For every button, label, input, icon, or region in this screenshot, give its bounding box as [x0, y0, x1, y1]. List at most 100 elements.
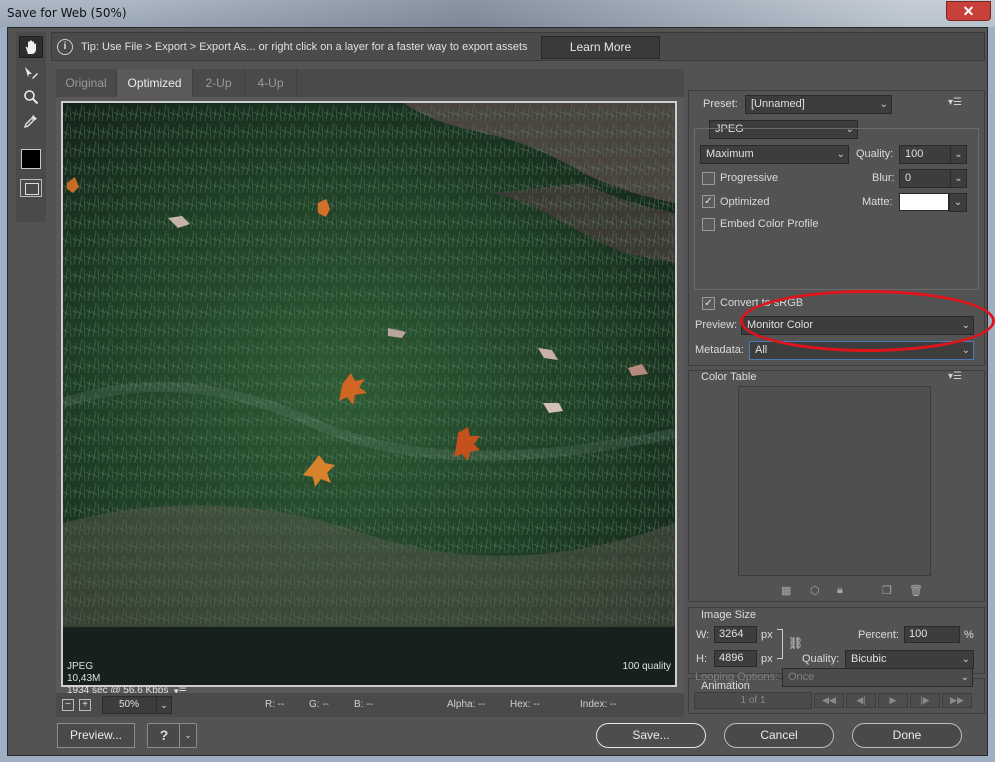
convert-srgb-checkbox[interactable]: ✓ [702, 297, 715, 310]
color-table-menu-icon[interactable]: ▾☰ [948, 371, 962, 382]
chevron-down-icon: ⌄ [879, 99, 888, 110]
eyedropper-color-swatch[interactable] [21, 149, 41, 169]
metadata-label: Metadata: [695, 344, 744, 356]
next-frame-icon[interactable]: |▶ [910, 693, 940, 708]
preview-canvas: JPEG 10,43M 1934 sec @ 56.6 Kbps 100 qua… [56, 97, 684, 713]
zoom-level-select[interactable]: 50% ⌄ [102, 696, 172, 714]
cancel-button[interactable]: Cancel [724, 723, 834, 748]
preset-menu-icon[interactable]: ▾☰ [948, 97, 962, 108]
preview-button[interactable]: Preview... [57, 723, 135, 748]
looping-options-label: Looping Options: [695, 671, 779, 683]
play-icon[interactable]: ▶ [878, 693, 908, 708]
embed-color-profile-label: Embed Color Profile [720, 218, 819, 230]
web-snap-icon[interactable]: ⬡ [810, 584, 820, 597]
tip-text: Tip: Use File > Export > Export As... or… [81, 41, 528, 53]
learn-more-button[interactable]: Learn More [541, 36, 660, 59]
last-frame-icon[interactable]: ▶▶ [942, 693, 972, 708]
chevron-down-icon: ⌄ [950, 146, 966, 163]
height-label: H: [696, 653, 707, 665]
quality-input[interactable]: 100 ⌄ [899, 145, 967, 164]
looping-options-select[interactable]: Once ⌄ [782, 668, 973, 687]
optimized-checkbox[interactable]: ✓ [702, 195, 715, 208]
resample-quality-value: Bicubic [851, 653, 887, 665]
metadata-value: All [755, 344, 768, 356]
blur-value: 0 [905, 172, 912, 184]
red-readout: R: -- [265, 699, 285, 710]
height-input[interactable]: 4896 [714, 650, 757, 667]
new-color-icon[interactable]: ❐ [882, 584, 892, 597]
preset-select[interactable]: [Unnamed] ⌄ [745, 95, 892, 114]
width-input[interactable]: 3264 [714, 626, 757, 643]
convert-srgb-label: Convert to sRGB [720, 297, 804, 309]
zoom-out-icon[interactable]: − [62, 699, 74, 711]
compression-quality-select[interactable]: Maximum ⌄ [700, 145, 849, 164]
percent-label: Percent: [858, 629, 899, 641]
eyedropper-tool-icon[interactable] [19, 110, 43, 132]
preset-value: [Unnamed] [751, 98, 805, 110]
lock-color-icon[interactable]: 🔒︎ [837, 584, 843, 597]
color-table-grid [738, 386, 931, 576]
preview-color-select[interactable]: Monitor Color ⌄ [741, 316, 974, 335]
blue-readout: B: -- [354, 699, 373, 710]
height-unit: px [761, 653, 773, 665]
index-readout: Index: -- [580, 699, 617, 710]
image-quality-readout: 100 quality [622, 661, 671, 672]
status-bar: − + 50% ⌄ R: -- G: -- B: -- Alpha: -- He… [56, 693, 684, 717]
progressive-label: Progressive [720, 172, 779, 184]
titlebar-background [120, 0, 995, 27]
alpha-readout: Alpha: -- [447, 699, 485, 710]
matte-label: Matte: [862, 196, 893, 208]
toggle-slices-visibility-icon[interactable] [20, 179, 42, 197]
view-tabs: Original Optimized 2-Up 4-Up [56, 69, 684, 97]
map-to-transparent-icon[interactable]: ▦ [781, 584, 791, 597]
chevron-down-icon: ⌄ [950, 170, 966, 187]
chevron-down-icon: ⌄ [961, 654, 970, 665]
hand-tool-icon[interactable] [19, 36, 43, 58]
width-label: W: [696, 629, 710, 641]
chevron-down-icon: ⌄ [960, 672, 969, 683]
help-dropdown-button[interactable]: ? ⌄ [147, 723, 197, 748]
tab-2-up[interactable]: 2-Up [193, 69, 245, 97]
percent-input[interactable]: 100 [904, 626, 960, 643]
blur-input[interactable]: 0 ⌄ [899, 169, 967, 188]
matte-dropdown[interactable]: ⌄ [949, 193, 967, 212]
zoom-in-icon[interactable]: + [79, 699, 91, 711]
zoom-level-value: 50% [118, 699, 139, 710]
tab-optimized[interactable]: Optimized [117, 69, 193, 97]
quality-label: Quality: [856, 148, 894, 160]
done-button[interactable]: Done [852, 723, 962, 748]
resample-quality-select[interactable]: Bicubic ⌄ [845, 650, 974, 669]
preview-label: Preview: [695, 319, 738, 331]
tab-original[interactable]: Original [56, 69, 117, 97]
tool-palette [16, 32, 46, 222]
first-frame-icon[interactable]: ◀◀ [814, 693, 844, 708]
compression-quality-value: Maximum [706, 148, 754, 160]
hex-readout: Hex: -- [510, 699, 540, 710]
color-table-title: Color Table [701, 371, 757, 383]
chevron-down-icon: ⌄ [953, 197, 963, 208]
optimized-label: Optimized [720, 196, 770, 208]
link-proportions-icon[interactable]: ⛓︎ [788, 636, 803, 650]
preview-color-value: Monitor Color [747, 319, 814, 331]
preset-label: Preset: [703, 98, 738, 110]
info-icon: i [57, 39, 73, 55]
matte-color-swatch[interactable] [899, 193, 949, 211]
metadata-select[interactable]: All ⌄ [749, 341, 974, 360]
tab-4-up[interactable]: 4-Up [245, 69, 297, 97]
chevron-down-icon: ⌄ [156, 697, 171, 713]
slice-select-tool-icon[interactable] [19, 62, 43, 84]
help-icon: ? [159, 727, 169, 743]
green-readout: G: -- [309, 699, 329, 710]
optimized-image-preview[interactable] [61, 101, 677, 687]
previous-frame-icon[interactable]: ◀| [846, 693, 876, 708]
chevron-down-icon: ⌄ [961, 320, 970, 331]
delete-color-icon[interactable]: 🗑︎ [909, 584, 923, 597]
embed-color-profile-checkbox[interactable] [702, 218, 715, 231]
window-close-button[interactable]: ✕ [946, 1, 991, 21]
progressive-checkbox[interactable] [702, 172, 715, 185]
chevron-down-icon: ⌄ [179, 724, 196, 747]
zoom-tool-icon[interactable] [19, 86, 43, 108]
image-size-title: Image Size [701, 609, 757, 621]
save-button[interactable]: Save... [596, 723, 706, 748]
quality-value: 100 [905, 148, 924, 160]
